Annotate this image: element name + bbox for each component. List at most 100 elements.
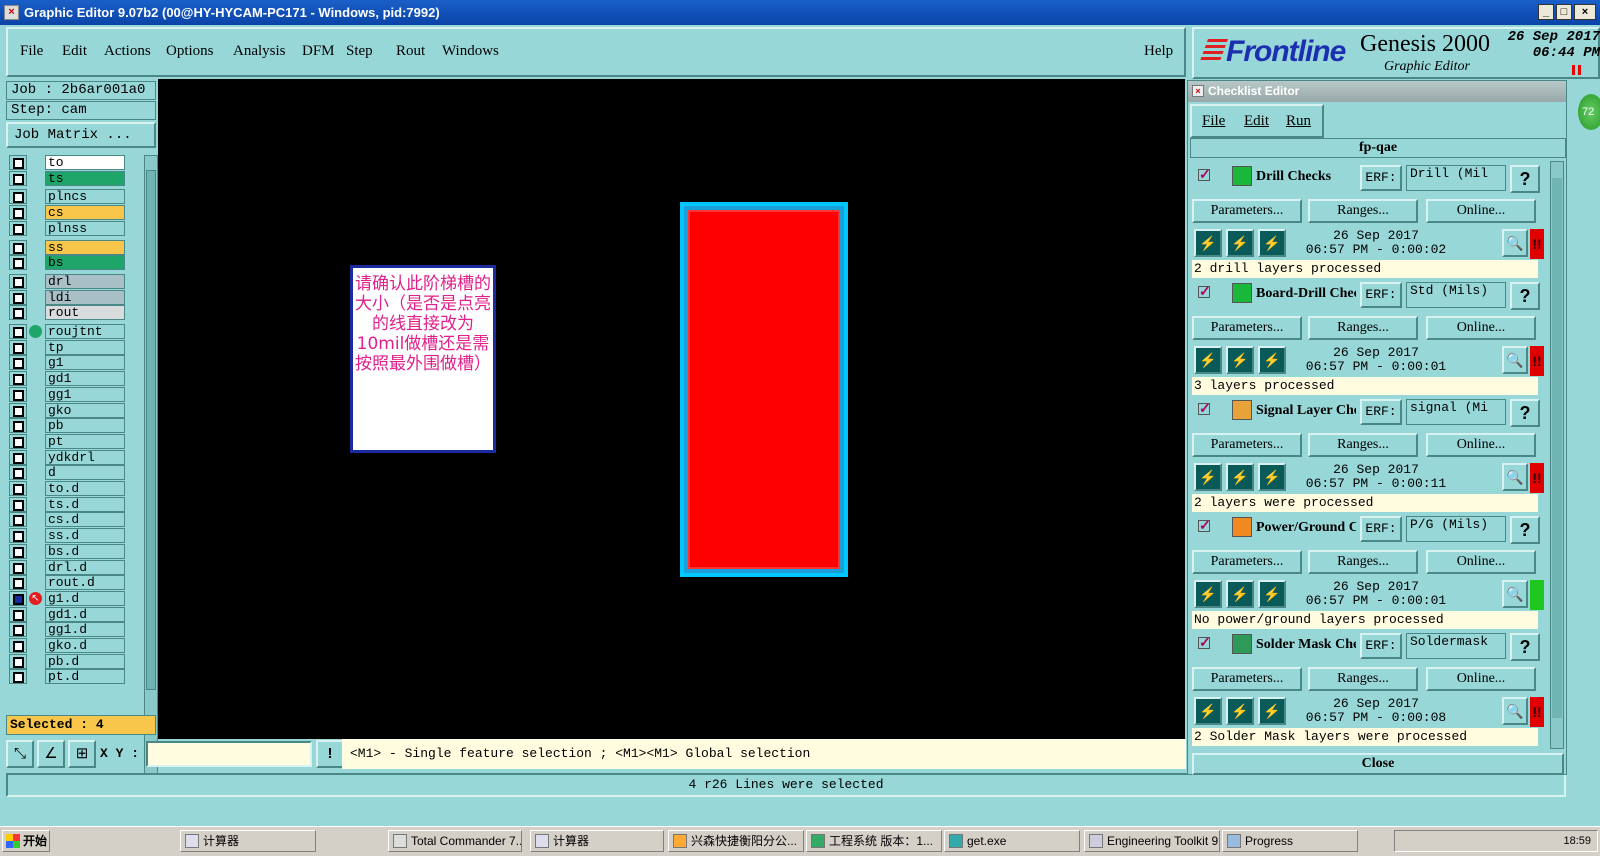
layer-row[interactable]: pt bbox=[9, 433, 141, 449]
taskbar-item[interactable]: Engineering Toolkit 9... bbox=[1084, 830, 1220, 852]
layer-row[interactable]: ldi bbox=[9, 289, 141, 305]
menu-analysis[interactable]: Analysis bbox=[233, 43, 286, 60]
erf-button[interactable]: ERF: bbox=[1360, 516, 1402, 542]
run-selected-icon[interactable]: ⚡ bbox=[1226, 697, 1254, 725]
run-selected-icon[interactable]: ⚡ bbox=[1226, 229, 1254, 257]
job-matrix-button[interactable]: Job Matrix ... bbox=[6, 122, 156, 148]
layer-checkbox[interactable] bbox=[13, 242, 24, 254]
ranges-button[interactable]: Ranges... bbox=[1308, 550, 1418, 574]
taskbar-item[interactable]: 工程系统 版本：1... bbox=[806, 830, 942, 852]
help-button[interactable]: ? bbox=[1510, 516, 1540, 544]
ranges-button[interactable]: Ranges... bbox=[1308, 433, 1418, 457]
online-button[interactable]: Online... bbox=[1426, 199, 1536, 223]
layer-checkbox[interactable] bbox=[13, 546, 24, 558]
layer-row[interactable]: rout.d bbox=[9, 575, 141, 591]
grid-icon[interactable]: ⊞ bbox=[68, 740, 96, 768]
scrollbar-thumb[interactable] bbox=[1552, 178, 1562, 718]
layer-checkbox[interactable] bbox=[13, 641, 24, 652]
layer-checkbox[interactable] bbox=[13, 358, 24, 370]
layer-checkbox[interactable] bbox=[13, 531, 24, 543]
menu-actions[interactable]: Actions bbox=[104, 43, 151, 60]
run-selected-icon[interactable]: ⚡ bbox=[1226, 346, 1254, 374]
ranges-button[interactable]: Ranges... bbox=[1308, 667, 1418, 691]
layer-row[interactable]: to bbox=[9, 155, 141, 170]
layer-row[interactable]: gg1 bbox=[9, 386, 141, 402]
layer-checkbox[interactable] bbox=[13, 436, 24, 448]
layer-checkbox[interactable] bbox=[13, 593, 24, 605]
checklist-menu-file[interactable]: File bbox=[1202, 113, 1225, 130]
layer-checkbox[interactable] bbox=[13, 468, 24, 480]
menu-windows[interactable]: Windows bbox=[442, 43, 499, 60]
online-button[interactable]: Online... bbox=[1426, 550, 1536, 574]
scrollbar-thumb[interactable] bbox=[146, 170, 156, 690]
layer-checkbox[interactable] bbox=[13, 656, 24, 668]
layer-checkbox[interactable] bbox=[13, 421, 24, 433]
layer-checkbox[interactable] bbox=[13, 405, 24, 417]
xy-input[interactable] bbox=[146, 741, 312, 767]
taskbar-item[interactable]: 计算器 bbox=[530, 830, 664, 852]
taskbar-item[interactable]: 计算器 bbox=[180, 830, 316, 852]
layer-row[interactable]: drl bbox=[9, 273, 141, 289]
check-enable-checkbox[interactable]: ✓ bbox=[1198, 284, 1211, 298]
menu-rout[interactable]: Rout bbox=[396, 43, 425, 60]
layer-row[interactable]: to.d bbox=[9, 481, 141, 496]
layer-checkbox[interactable] bbox=[13, 308, 24, 320]
layer-row[interactable]: ydkdrl bbox=[9, 449, 141, 465]
layer-checkbox[interactable] bbox=[13, 292, 24, 304]
run-selected-icon[interactable]: ⚡ bbox=[1226, 580, 1254, 608]
close-window-button[interactable]: × bbox=[1574, 4, 1596, 20]
layer-row[interactable]: d bbox=[9, 465, 141, 481]
layer-row[interactable]: gko.d bbox=[9, 638, 141, 653]
layer-checkbox[interactable] bbox=[13, 484, 24, 495]
erf-value[interactable]: Drill (Mil bbox=[1406, 165, 1506, 191]
layer-checkbox[interactable] bbox=[13, 158, 24, 169]
layer-checkbox[interactable] bbox=[13, 452, 24, 464]
layer-checkbox[interactable] bbox=[13, 609, 24, 621]
parameters-button[interactable]: Parameters... bbox=[1192, 550, 1302, 574]
ranges-button[interactable]: Ranges... bbox=[1308, 316, 1418, 340]
check-enable-checkbox[interactable]: ✓ bbox=[1198, 401, 1211, 415]
menu-dfm[interactable]: DFM bbox=[302, 43, 335, 60]
results-view-icon[interactable]: 🔍 bbox=[1502, 580, 1528, 608]
layer-row[interactable]: plncs bbox=[9, 189, 141, 205]
layer-row[interactable]: ts.d bbox=[9, 496, 141, 512]
erf-value[interactable]: P/G (Mils) bbox=[1406, 516, 1506, 542]
layer-list-scrollbar[interactable] bbox=[144, 155, 158, 787]
online-button[interactable]: Online... bbox=[1426, 667, 1536, 691]
erf-button[interactable]: ERF: bbox=[1360, 633, 1402, 659]
parameters-button[interactable]: Parameters... bbox=[1192, 316, 1302, 340]
layer-row[interactable]: ss bbox=[9, 239, 141, 255]
help-button[interactable]: ? bbox=[1510, 633, 1540, 661]
layer-checkbox[interactable] bbox=[13, 515, 24, 527]
measure-icon[interactable]: ∠ bbox=[37, 740, 65, 768]
taskbar-item[interactable]: Total Commander 7.... bbox=[388, 830, 522, 852]
layer-checkbox[interactable] bbox=[13, 208, 24, 220]
menu-options[interactable]: Options bbox=[166, 43, 214, 60]
layer-checkbox[interactable] bbox=[13, 327, 24, 338]
layer-row[interactable]: ss.d bbox=[9, 528, 141, 544]
run-selected-icon[interactable]: ⚡ bbox=[1226, 463, 1254, 491]
erf-value[interactable]: Soldermask bbox=[1406, 633, 1506, 659]
menu-edit[interactable]: Edit bbox=[62, 43, 87, 60]
run-check-icon[interactable]: ⚡ bbox=[1194, 229, 1222, 257]
checklist-scrollbar[interactable] bbox=[1550, 161, 1564, 749]
stop-check-icon[interactable]: ⚡ bbox=[1258, 229, 1286, 257]
minimize-button[interactable]: _ bbox=[1538, 4, 1554, 20]
checklist-menu-run[interactable]: Run bbox=[1286, 113, 1311, 130]
erf-button[interactable]: ERF: bbox=[1360, 165, 1402, 191]
layer-row[interactable]: cs.d bbox=[9, 512, 141, 528]
run-check-icon[interactable]: ⚡ bbox=[1194, 697, 1222, 725]
erf-value[interactable]: Std (Mils) bbox=[1406, 282, 1506, 308]
stop-check-icon[interactable]: ⚡ bbox=[1258, 346, 1286, 374]
layer-row[interactable]: drl.d bbox=[9, 559, 141, 575]
erf-value[interactable]: signal (Mi bbox=[1406, 399, 1506, 425]
layer-checkbox[interactable] bbox=[13, 223, 24, 235]
results-view-icon[interactable]: 🔍 bbox=[1502, 346, 1528, 374]
ranges-button[interactable]: Ranges... bbox=[1308, 199, 1418, 223]
run-check-icon[interactable]: ⚡ bbox=[1194, 346, 1222, 374]
layer-row[interactable]: pt.d bbox=[9, 669, 141, 685]
parameters-button[interactable]: Parameters... bbox=[1192, 199, 1302, 223]
checklist-close-button[interactable]: Close bbox=[1192, 753, 1564, 775]
results-view-icon[interactable]: 🔍 bbox=[1502, 229, 1528, 257]
layer-row[interactable]: pb.d bbox=[9, 653, 141, 669]
